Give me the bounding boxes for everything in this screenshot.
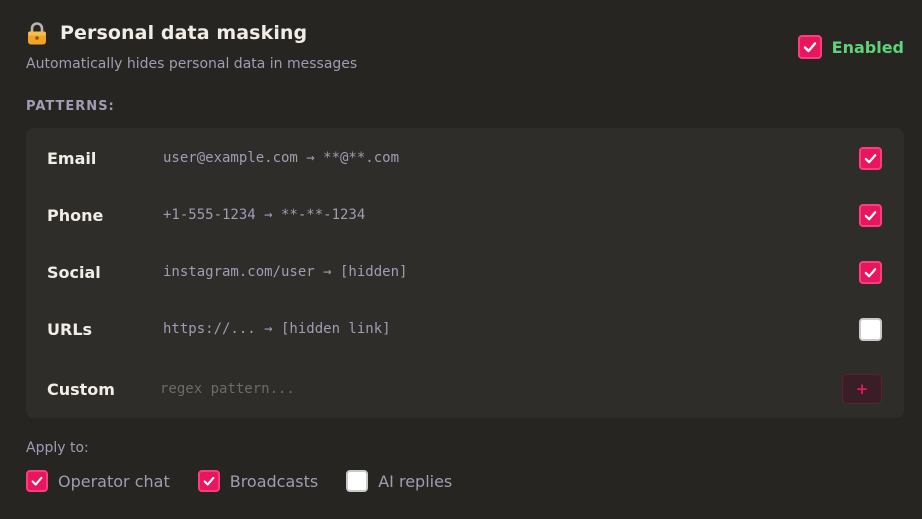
pattern-social-checkbox[interactable] (859, 260, 882, 284)
pattern-example: user@example.com → **@**.com (163, 150, 400, 166)
enabled-toggle[interactable]: Enabled (797, 35, 904, 59)
apply-operator-chat-checkbox[interactable] (26, 470, 48, 492)
checkmark-icon (203, 476, 215, 486)
add-pattern-button[interactable]: + (842, 374, 882, 404)
pattern-row-urls: URLs https://... → [hidden link] (26, 309, 904, 349)
pattern-row-custom: Custom + (26, 369, 904, 409)
pattern-example: +1-555-1234 → **-**-1234 (163, 207, 366, 223)
pattern-row-phone: Phone +1-555-1234 → **-**-1234 (26, 195, 904, 235)
title-row: Personal data masking (26, 20, 904, 46)
page-title: Personal data masking (60, 22, 308, 44)
apply-broadcasts-checkbox[interactable] (197, 470, 220, 492)
pattern-example: instagram.com/user → [hidden] (163, 264, 408, 280)
apply-operator-chat[interactable]: Operator chat (26, 470, 170, 492)
apply-to-label: Apply to: (26, 440, 89, 456)
pattern-urls-checkbox[interactable] (859, 317, 882, 341)
patterns-panel: Email user@example.com → **@**.com Phone… (26, 128, 904, 418)
pattern-label: Custom (47, 379, 115, 399)
patterns-section-label: PATTERNS: (26, 99, 115, 114)
apply-broadcasts[interactable]: Broadcasts (197, 470, 319, 492)
pattern-label: Social (47, 262, 101, 282)
pattern-phone-checkbox[interactable] (859, 203, 882, 227)
enabled-checkbox[interactable] (797, 35, 822, 59)
header: Personal data masking Automatically hide… (26, 20, 904, 72)
pattern-label: Phone (47, 205, 104, 225)
pattern-label: URLs (47, 319, 93, 339)
apply-option-label: Operator chat (58, 471, 170, 491)
checkmark-icon (31, 476, 43, 486)
pattern-row-email: Email user@example.com → **@**.com (26, 138, 904, 178)
checkmark-icon (864, 267, 877, 277)
lock-icon (26, 21, 48, 45)
enabled-label: Enabled (831, 37, 904, 57)
custom-regex-input[interactable] (156, 375, 724, 403)
apply-ai-replies-checkbox[interactable] (346, 470, 369, 492)
page-subtitle: Automatically hides personal data in mes… (26, 56, 358, 72)
masking-settings-panel: Personal data masking Automatically hide… (0, 0, 922, 519)
pattern-example: https://... → [hidden link] (163, 321, 391, 337)
pattern-label: Email (47, 148, 97, 168)
checkmark-icon (864, 210, 877, 220)
apply-option-label: Broadcasts (229, 471, 319, 491)
checkmark-icon (864, 153, 877, 163)
apply-option-label: AI replies (378, 471, 453, 491)
checkmark-icon (803, 42, 816, 53)
pattern-email-checkbox[interactable] (859, 146, 882, 170)
apply-to-options: Operator chat Broadcasts AI replies (26, 470, 480, 492)
apply-ai-replies[interactable]: AI replies (346, 470, 452, 492)
pattern-row-social: Social instagram.com/user → [hidden] (26, 252, 904, 292)
